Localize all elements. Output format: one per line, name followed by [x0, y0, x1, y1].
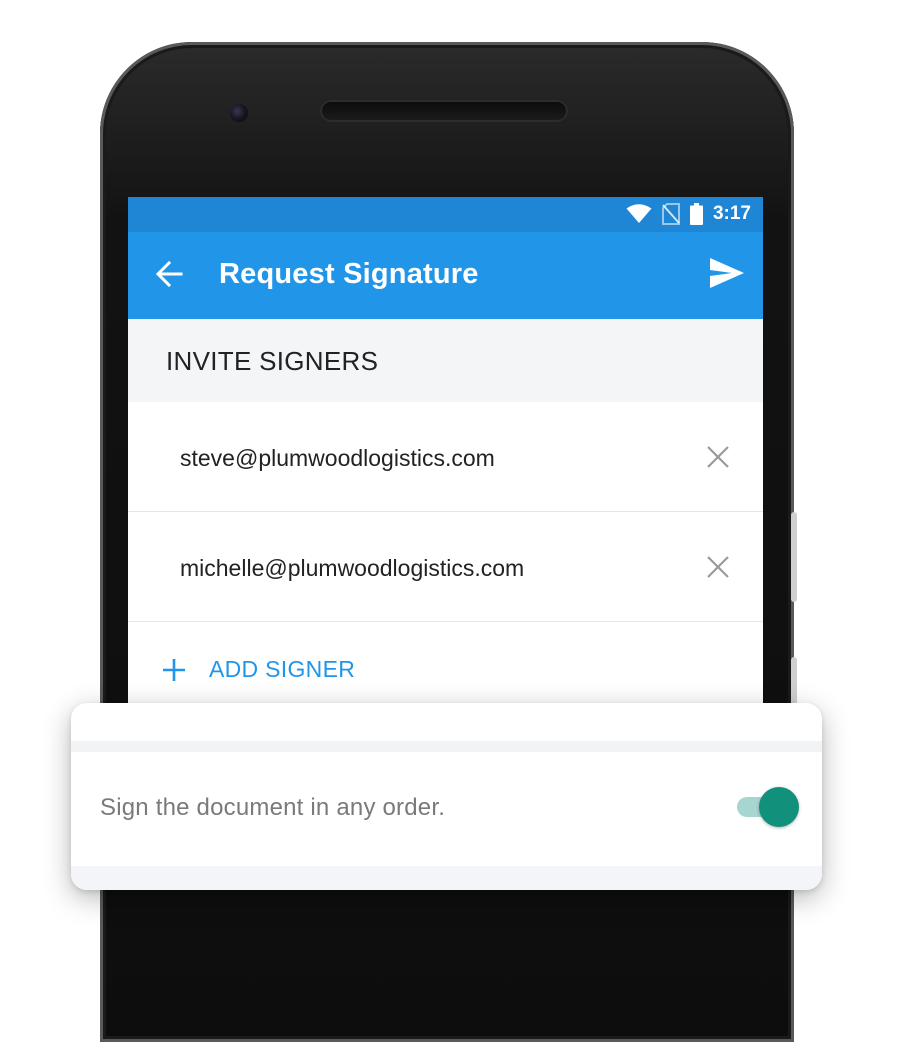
toggle-thumb — [759, 787, 799, 827]
earpiece-speaker — [320, 100, 568, 122]
close-icon[interactable] — [707, 446, 729, 468]
status-bar: 3:17 — [128, 197, 763, 232]
close-icon[interactable] — [707, 556, 729, 578]
arrow-back-icon[interactable] — [155, 260, 183, 288]
signer-row: steve@plumwoodlogistics.com — [128, 402, 763, 512]
status-time: 3:17 — [712, 203, 751, 224]
front-camera — [230, 104, 248, 122]
app-screen: 3:17 Request Signature INVITE SIGNERS st… — [128, 197, 763, 717]
card-divider — [71, 741, 822, 752]
no-sim-icon — [661, 203, 680, 225]
status-icons: 3:17 — [626, 203, 751, 225]
invite-signers-header: INVITE SIGNERS — [128, 319, 763, 402]
phone-side-button — [791, 512, 797, 602]
battery-icon — [689, 203, 703, 225]
add-signer-label: ADD SIGNER — [209, 656, 356, 682]
signer-email: steve@plumwoodlogistics.com — [180, 445, 495, 471]
signing-order-toggle[interactable] — [737, 787, 799, 827]
plus-icon — [163, 659, 185, 681]
signing-order-card: Sign the document in any order. — [71, 703, 822, 890]
signing-order-label: Sign the document in any order. — [100, 794, 446, 821]
send-icon[interactable] — [710, 258, 744, 288]
phone-volume-button — [791, 657, 797, 707]
signer-email: michelle@plumwoodlogistics.com — [180, 555, 525, 581]
signer-row: michelle@plumwoodlogistics.com — [128, 512, 763, 622]
card-footer-band — [71, 866, 822, 890]
app-bar: Request Signature — [128, 232, 763, 319]
page-title: Request Signature — [219, 258, 479, 290]
wifi-icon — [626, 204, 652, 223]
section-title: INVITE SIGNERS — [166, 346, 379, 376]
